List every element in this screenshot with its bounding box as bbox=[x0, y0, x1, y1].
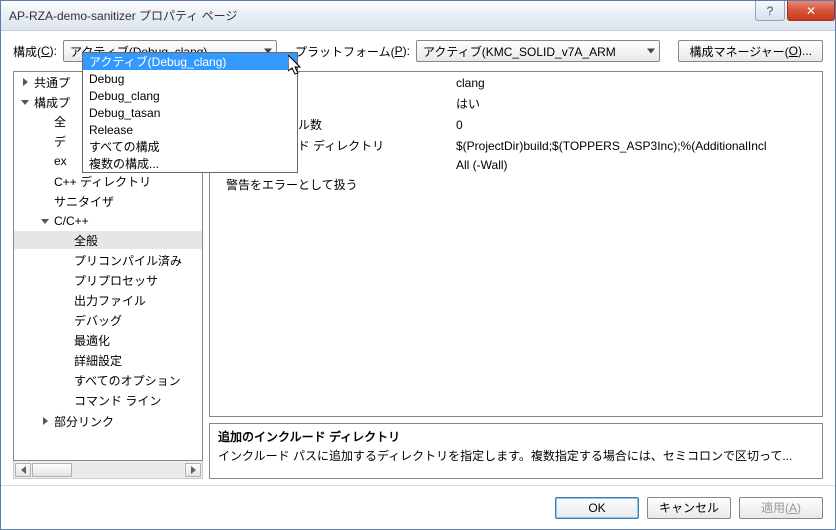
config-option-active[interactable]: アクティブ(Debug_clang) bbox=[83, 53, 297, 70]
config-option-multiple[interactable]: 複数の構成... bbox=[83, 155, 297, 172]
main-panel: 名clang パイルはい コンパイル数0 ンクルード ディレクトリ$(Proje… bbox=[209, 71, 823, 479]
caret-closed-icon bbox=[43, 417, 48, 425]
grid-value[interactable]: clang bbox=[450, 72, 822, 93]
arrow-right-icon bbox=[191, 466, 196, 474]
arrow-left-icon bbox=[21, 466, 26, 474]
cursor-icon bbox=[288, 55, 306, 79]
config-option-debug-clang[interactable]: Debug_clang bbox=[83, 87, 297, 104]
window-buttons: ? ✕ bbox=[753, 1, 835, 30]
config-dropdown: アクティブ(Debug_clang) Debug Debug_clang Deb… bbox=[82, 52, 298, 173]
config-manager-button[interactable]: 構成マネージャー(O)... bbox=[678, 40, 823, 62]
help-icon: ? bbox=[767, 4, 774, 18]
platform-label: プラットフォーム(P): bbox=[295, 43, 410, 60]
tree-item-c-cpp[interactable]: C/C++ bbox=[14, 212, 202, 230]
titlebar: AP-RZA-demo-sanitizer プロパティ ページ ? ✕ bbox=[1, 1, 835, 31]
caret-closed-icon bbox=[23, 78, 28, 86]
apply-button[interactable]: 適用(A) bbox=[739, 497, 823, 519]
tree-item-output-file[interactable]: 出力ファイル bbox=[14, 291, 202, 309]
tree-item-debug[interactable]: デバッグ bbox=[14, 311, 202, 329]
description-text: インクルード パスに追加するディレクトリを指定します。複数指定する場合には、セミ… bbox=[218, 447, 814, 464]
tree-item-partial-link[interactable]: 部分リンク bbox=[14, 412, 202, 430]
grid-key: 警告をエラーとして扱う bbox=[210, 174, 450, 195]
grid-row[interactable]: ンクルード ディレクトリ$(ProjectDir)build;$(TOPPERS… bbox=[210, 135, 822, 156]
tree-item-advanced[interactable]: 詳細設定 bbox=[14, 351, 202, 369]
platform-combo-value: アクティブ(KMC_SOLID_v7A_ARM bbox=[423, 43, 616, 60]
description-panel: 追加のインクルード ディレクトリ インクルード パスに追加するディレクトリを指定… bbox=[209, 423, 823, 479]
config-option-all[interactable]: すべての構成 bbox=[83, 138, 297, 155]
tree-item-general[interactable]: 全般 bbox=[14, 231, 202, 249]
grid-row[interactable]: パイルはい bbox=[210, 93, 822, 114]
config-option-release[interactable]: Release bbox=[83, 121, 297, 138]
description-title: 追加のインクルード ディレクトリ bbox=[218, 428, 814, 445]
window-title: AP-RZA-demo-sanitizer プロパティ ページ bbox=[9, 7, 753, 24]
tree-item-sanitizer[interactable]: サニタイザ bbox=[14, 192, 202, 210]
tree-item-optimize[interactable]: 最適化 bbox=[14, 331, 202, 349]
scroll-left-button[interactable] bbox=[15, 463, 31, 477]
tree-item-cpp-dirs[interactable]: C++ ディレクトリ bbox=[14, 172, 202, 190]
caret-open-icon bbox=[41, 219, 49, 224]
grid-value[interactable]: 0 bbox=[450, 114, 822, 135]
config-label: 構成(C): bbox=[13, 43, 57, 60]
tree-item-preprocessor[interactable]: プリプロセッサ bbox=[14, 271, 202, 289]
grid-value[interactable]: $(ProjectDir)build;$(TOPPERS_ASP3Inc);%(… bbox=[450, 135, 822, 156]
grid-value[interactable] bbox=[450, 174, 822, 195]
scroll-track[interactable] bbox=[32, 463, 184, 477]
caret-open-icon bbox=[21, 100, 29, 105]
grid-value[interactable]: All (-Wall) bbox=[450, 156, 822, 174]
grid-row[interactable]: コンパイル数0 bbox=[210, 114, 822, 135]
scroll-right-button[interactable] bbox=[185, 463, 201, 477]
config-option-debug[interactable]: Debug bbox=[83, 70, 297, 87]
grid-row[interactable]: All (-Wall) bbox=[210, 156, 822, 174]
property-pages-dialog: AP-RZA-demo-sanitizer プロパティ ページ ? ✕ 構成(C… bbox=[0, 0, 836, 530]
help-button[interactable]: ? bbox=[755, 1, 785, 21]
config-toolbar: 構成(C): アクティブ(Debug_clang) プラットフォーム(P): ア… bbox=[1, 31, 835, 71]
cancel-button[interactable]: キャンセル bbox=[647, 497, 731, 519]
grid-row[interactable]: 警告をエラーとして扱う bbox=[210, 174, 822, 195]
scroll-thumb[interactable] bbox=[32, 463, 72, 477]
close-button[interactable]: ✕ bbox=[787, 1, 835, 21]
tree-horizontal-scrollbar[interactable] bbox=[13, 461, 203, 479]
property-grid[interactable]: 名clang パイルはい コンパイル数0 ンクルード ディレクトリ$(Proje… bbox=[209, 71, 823, 417]
tree-item-all-options[interactable]: すべてのオプション bbox=[14, 371, 202, 389]
tree-item-precompiled[interactable]: プリコンパイル済み bbox=[14, 251, 202, 269]
chevron-down-icon bbox=[647, 49, 655, 54]
close-icon: ✕ bbox=[806, 4, 816, 18]
config-option-debug-tasan[interactable]: Debug_tasan bbox=[83, 104, 297, 121]
platform-combo[interactable]: アクティブ(KMC_SOLID_v7A_ARM bbox=[416, 40, 660, 62]
grid-value[interactable]: はい bbox=[450, 93, 822, 114]
dialog-footer: OK キャンセル 適用(A) bbox=[1, 485, 835, 529]
ok-button[interactable]: OK bbox=[555, 497, 639, 519]
tree-item-command-line[interactable]: コマンド ライン bbox=[14, 391, 202, 409]
